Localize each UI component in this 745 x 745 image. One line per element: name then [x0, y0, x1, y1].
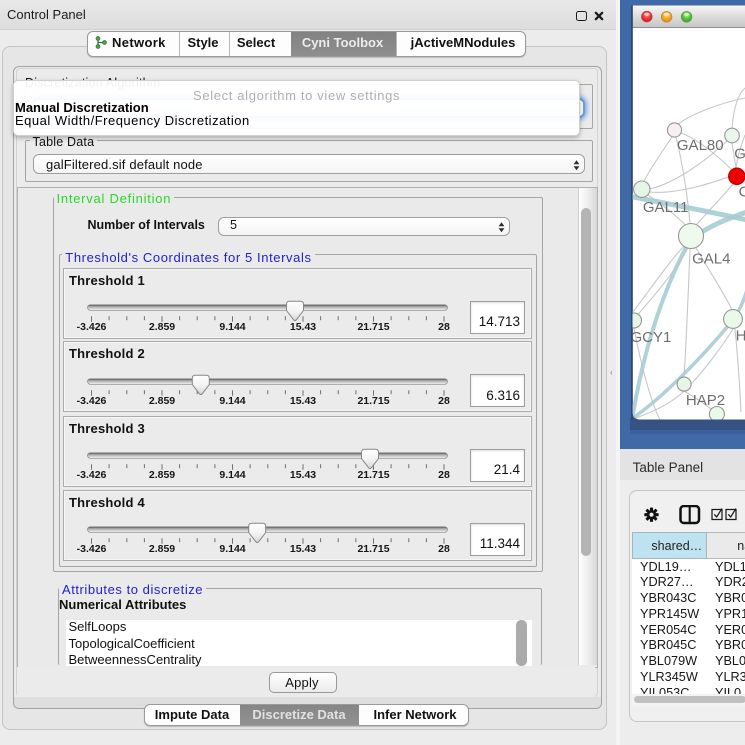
svg-text:GAL4: GAL4 — [692, 251, 730, 268]
svg-text:GAL80: GAL80 — [677, 137, 724, 154]
svg-text:H: H — [736, 328, 745, 345]
svg-text:GA: GA — [734, 146, 745, 163]
svg-text:GCY1: GCY1 — [631, 329, 672, 346]
svg-text:C: C — [739, 184, 745, 201]
svg-text:HAP2: HAP2 — [686, 392, 725, 409]
svg-text:GAL11: GAL11 — [643, 199, 689, 216]
